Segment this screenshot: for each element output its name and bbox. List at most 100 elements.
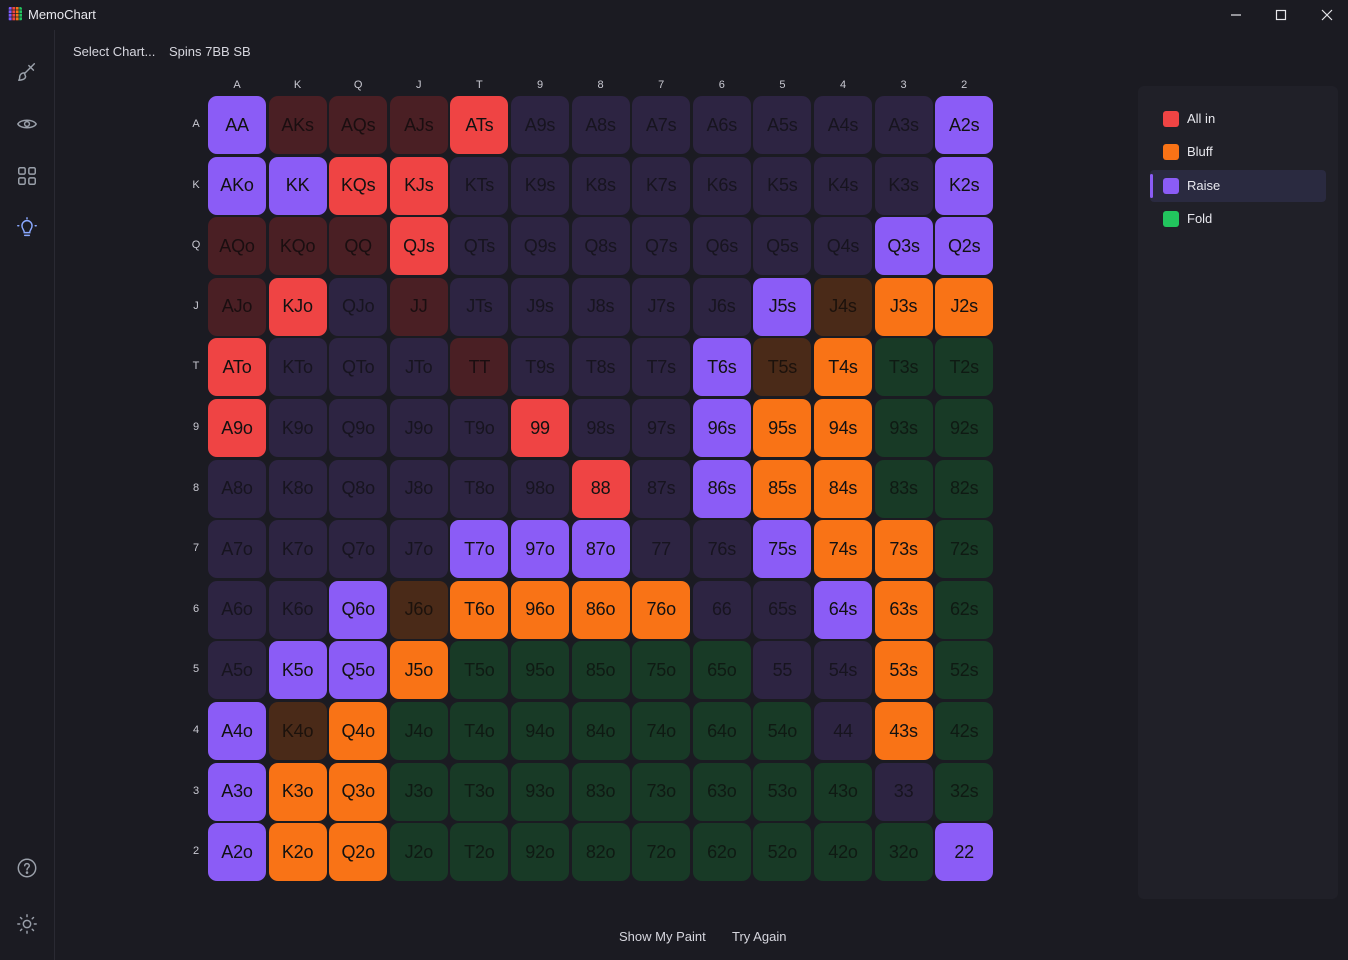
hand-cell-k3s[interactable]: K3s [874,156,933,215]
show-my-paint-button[interactable]: Show My Paint [619,929,706,944]
hand-cell-a7o[interactable]: A7o [208,520,266,579]
view-nav-button[interactable] [7,104,47,144]
hand-cell-62o[interactable]: 62o [692,823,751,882]
hand-cell-93o[interactable]: 93o [511,762,569,821]
hand-cell-86s[interactable]: 86s [692,459,751,518]
hand-cell-kk[interactable]: KK [268,156,327,215]
hand-cell-aks[interactable]: AKs [268,96,327,154]
hand-cell-q8s[interactable]: Q8s [571,217,630,276]
hand-cell-72o[interactable]: 72o [632,823,691,882]
hand-cell-jts[interactable]: JTs [450,277,509,336]
hand-cell-53s[interactable]: 53s [874,641,933,700]
hand-cell-96o[interactable]: 96o [511,580,569,639]
hand-cell-j6s[interactable]: J6s [692,277,751,336]
hand-cell-72s[interactable]: 72s [935,520,994,579]
hand-cell-q3o[interactable]: Q3o [329,762,388,821]
hand-cell-54s[interactable]: 54s [814,641,872,700]
hand-cell-q5s[interactable]: Q5s [753,217,812,276]
hand-cell-j6o[interactable]: J6o [389,580,448,639]
hand-cell-k8s[interactable]: K8s [571,156,630,215]
hand-cell-92o[interactable]: 92o [511,823,569,882]
hand-cell-86o[interactable]: 86o [571,580,630,639]
hand-cell-j8o[interactable]: J8o [389,459,448,518]
hand-cell-87o[interactable]: 87o [571,520,630,579]
hand-cell-63o[interactable]: 63o [692,762,751,821]
hand-cell-75s[interactable]: 75s [753,520,812,579]
hand-cell-a9o[interactable]: A9o [208,399,266,457]
hand-cell-98s[interactable]: 98s [571,399,630,457]
hand-cell-a3o[interactable]: A3o [208,762,266,821]
hand-cell-44[interactable]: 44 [814,702,872,760]
hand-cell-t7o[interactable]: T7o [450,520,509,579]
hand-cell-t7s[interactable]: T7s [632,338,691,397]
hand-cell-q8o[interactable]: Q8o [329,459,388,518]
hand-cell-q4s[interactable]: Q4s [814,217,872,276]
hand-cell-j3o[interactable]: J3o [389,762,448,821]
theme-toggle-button[interactable] [7,904,47,944]
hand-cell-k2s[interactable]: K2s [935,156,994,215]
hand-cell-43s[interactable]: 43s [874,702,933,760]
quiz-nav-button[interactable] [7,208,47,248]
try-again-button[interactable]: Try Again [732,929,786,944]
hand-cell-95s[interactable]: 95s [753,399,812,457]
hand-cell-k9s[interactable]: K9s [511,156,569,215]
legend-item-bluff[interactable]: Bluff [1150,136,1326,168]
hand-cell-jj[interactable]: JJ [389,277,448,336]
hand-cell-ako[interactable]: AKo [208,156,266,215]
help-button[interactable] [7,848,47,888]
hand-cell-j8s[interactable]: J8s [571,277,630,336]
hand-cell-t9o[interactable]: T9o [450,399,509,457]
hand-cell-94s[interactable]: 94s [814,399,872,457]
hand-cell-84o[interactable]: 84o [571,702,630,760]
hand-cell-q5o[interactable]: Q5o [329,641,388,700]
hand-cell-a2o[interactable]: A2o [208,823,266,882]
hand-cell-a6o[interactable]: A6o [208,580,266,639]
hand-cell-55[interactable]: 55 [753,641,812,700]
hand-cell-kto[interactable]: KTo [268,338,327,397]
hand-cell-k4o[interactable]: K4o [268,702,327,760]
hand-cell-74o[interactable]: 74o [632,702,691,760]
hand-cell-q3s[interactable]: Q3s [874,217,933,276]
hand-cell-53o[interactable]: 53o [753,762,812,821]
hand-cell-t4s[interactable]: T4s [814,338,872,397]
hand-cell-ajs[interactable]: AJs [389,96,448,154]
hand-cell-73s[interactable]: 73s [874,520,933,579]
hand-cell-a4s[interactable]: A4s [814,96,872,154]
hand-cell-97o[interactable]: 97o [511,520,569,579]
hand-cell-k5o[interactable]: K5o [268,641,327,700]
hand-cell-97s[interactable]: 97s [632,399,691,457]
hand-cell-76s[interactable]: 76s [692,520,751,579]
hand-cell-83o[interactable]: 83o [571,762,630,821]
hand-cell-t4o[interactable]: T4o [450,702,509,760]
hand-cell-ato[interactable]: ATo [208,338,266,397]
hand-cell-82o[interactable]: 82o [571,823,630,882]
hand-cell-98o[interactable]: 98o [511,459,569,518]
hand-cell-q4o[interactable]: Q4o [329,702,388,760]
hand-cell-qto[interactable]: QTo [329,338,388,397]
hand-cell-ajo[interactable]: AJo [208,277,266,336]
hand-cell-kqo[interactable]: KQo [268,217,327,276]
hand-cell-k3o[interactable]: K3o [268,762,327,821]
hand-cell-63s[interactable]: 63s [874,580,933,639]
hand-cell-q7s[interactable]: Q7s [632,217,691,276]
hand-cell-j5o[interactable]: J5o [389,641,448,700]
hand-cell-kjo[interactable]: KJo [268,277,327,336]
hand-cell-83s[interactable]: 83s [874,459,933,518]
hand-cell-j7s[interactable]: J7s [632,277,691,336]
hand-cell-t2o[interactable]: T2o [450,823,509,882]
hand-cell-kjs[interactable]: KJs [389,156,448,215]
hand-cell-kts[interactable]: KTs [450,156,509,215]
hand-cell-32o[interactable]: 32o [874,823,933,882]
hand-cell-85s[interactable]: 85s [753,459,812,518]
hand-cell-t9s[interactable]: T9s [511,338,569,397]
hand-cell-k5s[interactable]: K5s [753,156,812,215]
hand-cell-j2s[interactable]: J2s [935,277,994,336]
hand-cell-a4o[interactable]: A4o [208,702,266,760]
minimize-button[interactable] [1213,0,1259,30]
hand-cell-k8o[interactable]: K8o [268,459,327,518]
hand-cell-a9s[interactable]: A9s [511,96,569,154]
hand-cell-kqs[interactable]: KQs [329,156,388,215]
hand-cell-t8o[interactable]: T8o [450,459,509,518]
hand-cell-65s[interactable]: 65s [753,580,812,639]
hand-cell-t2s[interactable]: T2s [935,338,994,397]
